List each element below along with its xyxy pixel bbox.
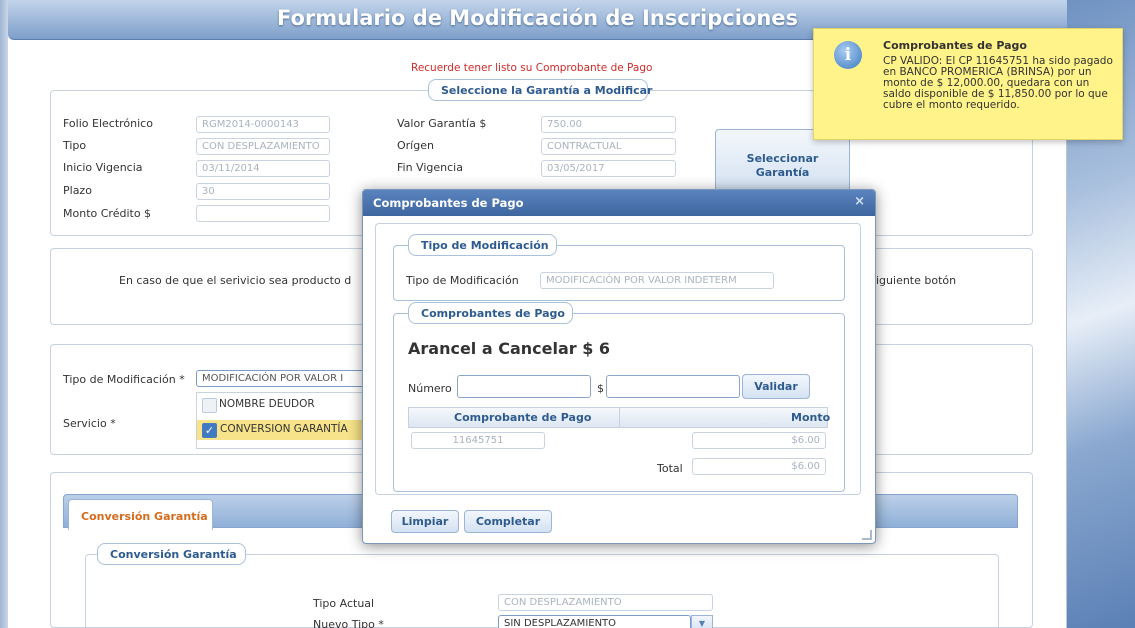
nuevo-tipo-select[interactable]: SIN DESPLAZAMIENTO — [498, 615, 691, 628]
tab-conversion-label: Conversión Garantía — [81, 510, 208, 523]
tipo-modificacion-label-text: Tipo de Modificación — [63, 373, 176, 386]
conversion-legend: Conversión Garantía — [97, 543, 246, 565]
completar-button[interactable]: Completar — [464, 510, 552, 533]
resize-grip-icon[interactable] — [862, 530, 872, 540]
tipo-modificacion-label: Tipo de Modificación * — [63, 373, 185, 386]
notification-title: Comprobantes de Pago — [883, 39, 1027, 52]
fin-vigencia-label: Fin Vigencia — [397, 161, 463, 174]
table-divider — [619, 407, 620, 428]
tipo-actual-label: Tipo Actual — [313, 597, 375, 610]
valor-garantia-field[interactable]: 750.00 — [541, 116, 676, 133]
inicio-vigencia-label: Inicio Vigencia — [63, 161, 143, 174]
nombre-deudor-checkbox[interactable] — [202, 398, 217, 413]
close-icon[interactable]: × — [854, 194, 865, 209]
valor-garantia-label: Valor Garantía $ — [397, 117, 487, 130]
payment-notification: i Comprobantes de Pago CP VALIDO: El CP … — [813, 28, 1123, 140]
modal-title: Comprobantes de Pago — [373, 196, 524, 210]
modal-tipo-field[interactable]: MODIFICACIÓN POR VALOR INDETERM — [540, 272, 774, 289]
window-left-edge — [0, 0, 8, 628]
tipo-actual-field[interactable]: CON DESPLAZAMIENTO — [498, 594, 713, 611]
nuevo-tipo-label: Nuevo Tipo * — [313, 618, 384, 628]
service-note-text: En caso de que el serivicio sea producto… — [119, 274, 352, 287]
monto-cell[interactable]: $6.00 — [692, 432, 826, 449]
monto-credito-label: Monto Crédito $ — [63, 207, 152, 220]
monto-credito-field[interactable] — [196, 205, 330, 222]
tipo-label: Tipo — [63, 139, 87, 152]
nombre-deudor-label: NOMBRE DEUDOR — [219, 398, 315, 410]
origen-label: Orígen — [397, 139, 434, 152]
payment-modal: Comprobantes de Pago × Tipo de Modificac… — [362, 189, 876, 544]
column-monto: Monto — [791, 411, 831, 424]
total-field[interactable]: $6.00 — [692, 458, 826, 475]
servicio-label-text: Servicio — [63, 417, 107, 430]
page-title: Formulario de Modificación de Inscripcio… — [276, 6, 799, 30]
required-marker: * — [110, 417, 116, 430]
numero-input[interactable] — [457, 375, 591, 398]
monto-input[interactable] — [606, 375, 740, 398]
modal-comprobantes-legend: Comprobantes de Pago — [408, 302, 573, 324]
service-note-text-end: iguiente botón — [876, 274, 957, 287]
garantia-legend: Seleccione la Garantía a Modificar — [428, 79, 652, 101]
modal-header: Comprobantes de Pago × — [363, 190, 875, 216]
origen-field[interactable]: CONTRACTUAL — [541, 138, 676, 155]
nuevo-tipo-label-text: Nuevo Tipo — [313, 618, 375, 628]
conversion-garantia-label: CONVERSION GARANTÍA — [220, 423, 348, 435]
required-marker: * — [179, 373, 185, 386]
numero-label: Número — [408, 382, 452, 395]
comprobante-cell[interactable]: 11645751 — [411, 432, 545, 449]
folio-field[interactable]: RGM2014-0000143 — [196, 116, 330, 133]
modal-tipo-label: Tipo de Modificación — [406, 274, 519, 287]
plazo-label: Plazo — [63, 184, 92, 197]
arancel-amount: Arancel a Cancelar $ 6 — [408, 339, 611, 358]
required-marker: * — [378, 618, 384, 628]
column-comprobante: Comprobante de Pago — [454, 411, 592, 424]
inicio-vigencia-field[interactable]: 03/11/2014 — [196, 160, 330, 177]
limpiar-button[interactable]: Limpiar — [391, 510, 459, 533]
info-icon: i — [834, 41, 862, 69]
notification-message: CP VALIDO: El CP 11645751 ha sido pagado… — [883, 55, 1113, 111]
dollar-label: $ — [597, 382, 604, 395]
fin-vigencia-field[interactable]: 03/05/2017 — [541, 160, 676, 177]
conversion-garantia-checkbox[interactable]: ✓ — [202, 423, 217, 438]
plazo-field[interactable]: 30 — [196, 183, 330, 200]
total-label: Total — [657, 462, 683, 475]
modal-tipo-legend: Tipo de Modificación — [408, 234, 557, 256]
tipo-field[interactable]: CON DESPLAZAMIENTO — [196, 138, 330, 155]
validar-button[interactable]: Validar — [742, 374, 810, 399]
chevron-down-icon[interactable]: ▼ — [691, 615, 713, 628]
payment-reminder: Recuerde tener listo su Comprobante de P… — [411, 62, 653, 74]
folio-label: Folio Electrónico — [63, 117, 153, 130]
servicio-label: Servicio * — [63, 417, 116, 430]
tipo-modificacion-select[interactable]: MODIFICACIÓN POR VALOR I — [196, 370, 366, 387]
tab-conversion-garantia[interactable]: Conversión Garantía — [68, 499, 213, 530]
